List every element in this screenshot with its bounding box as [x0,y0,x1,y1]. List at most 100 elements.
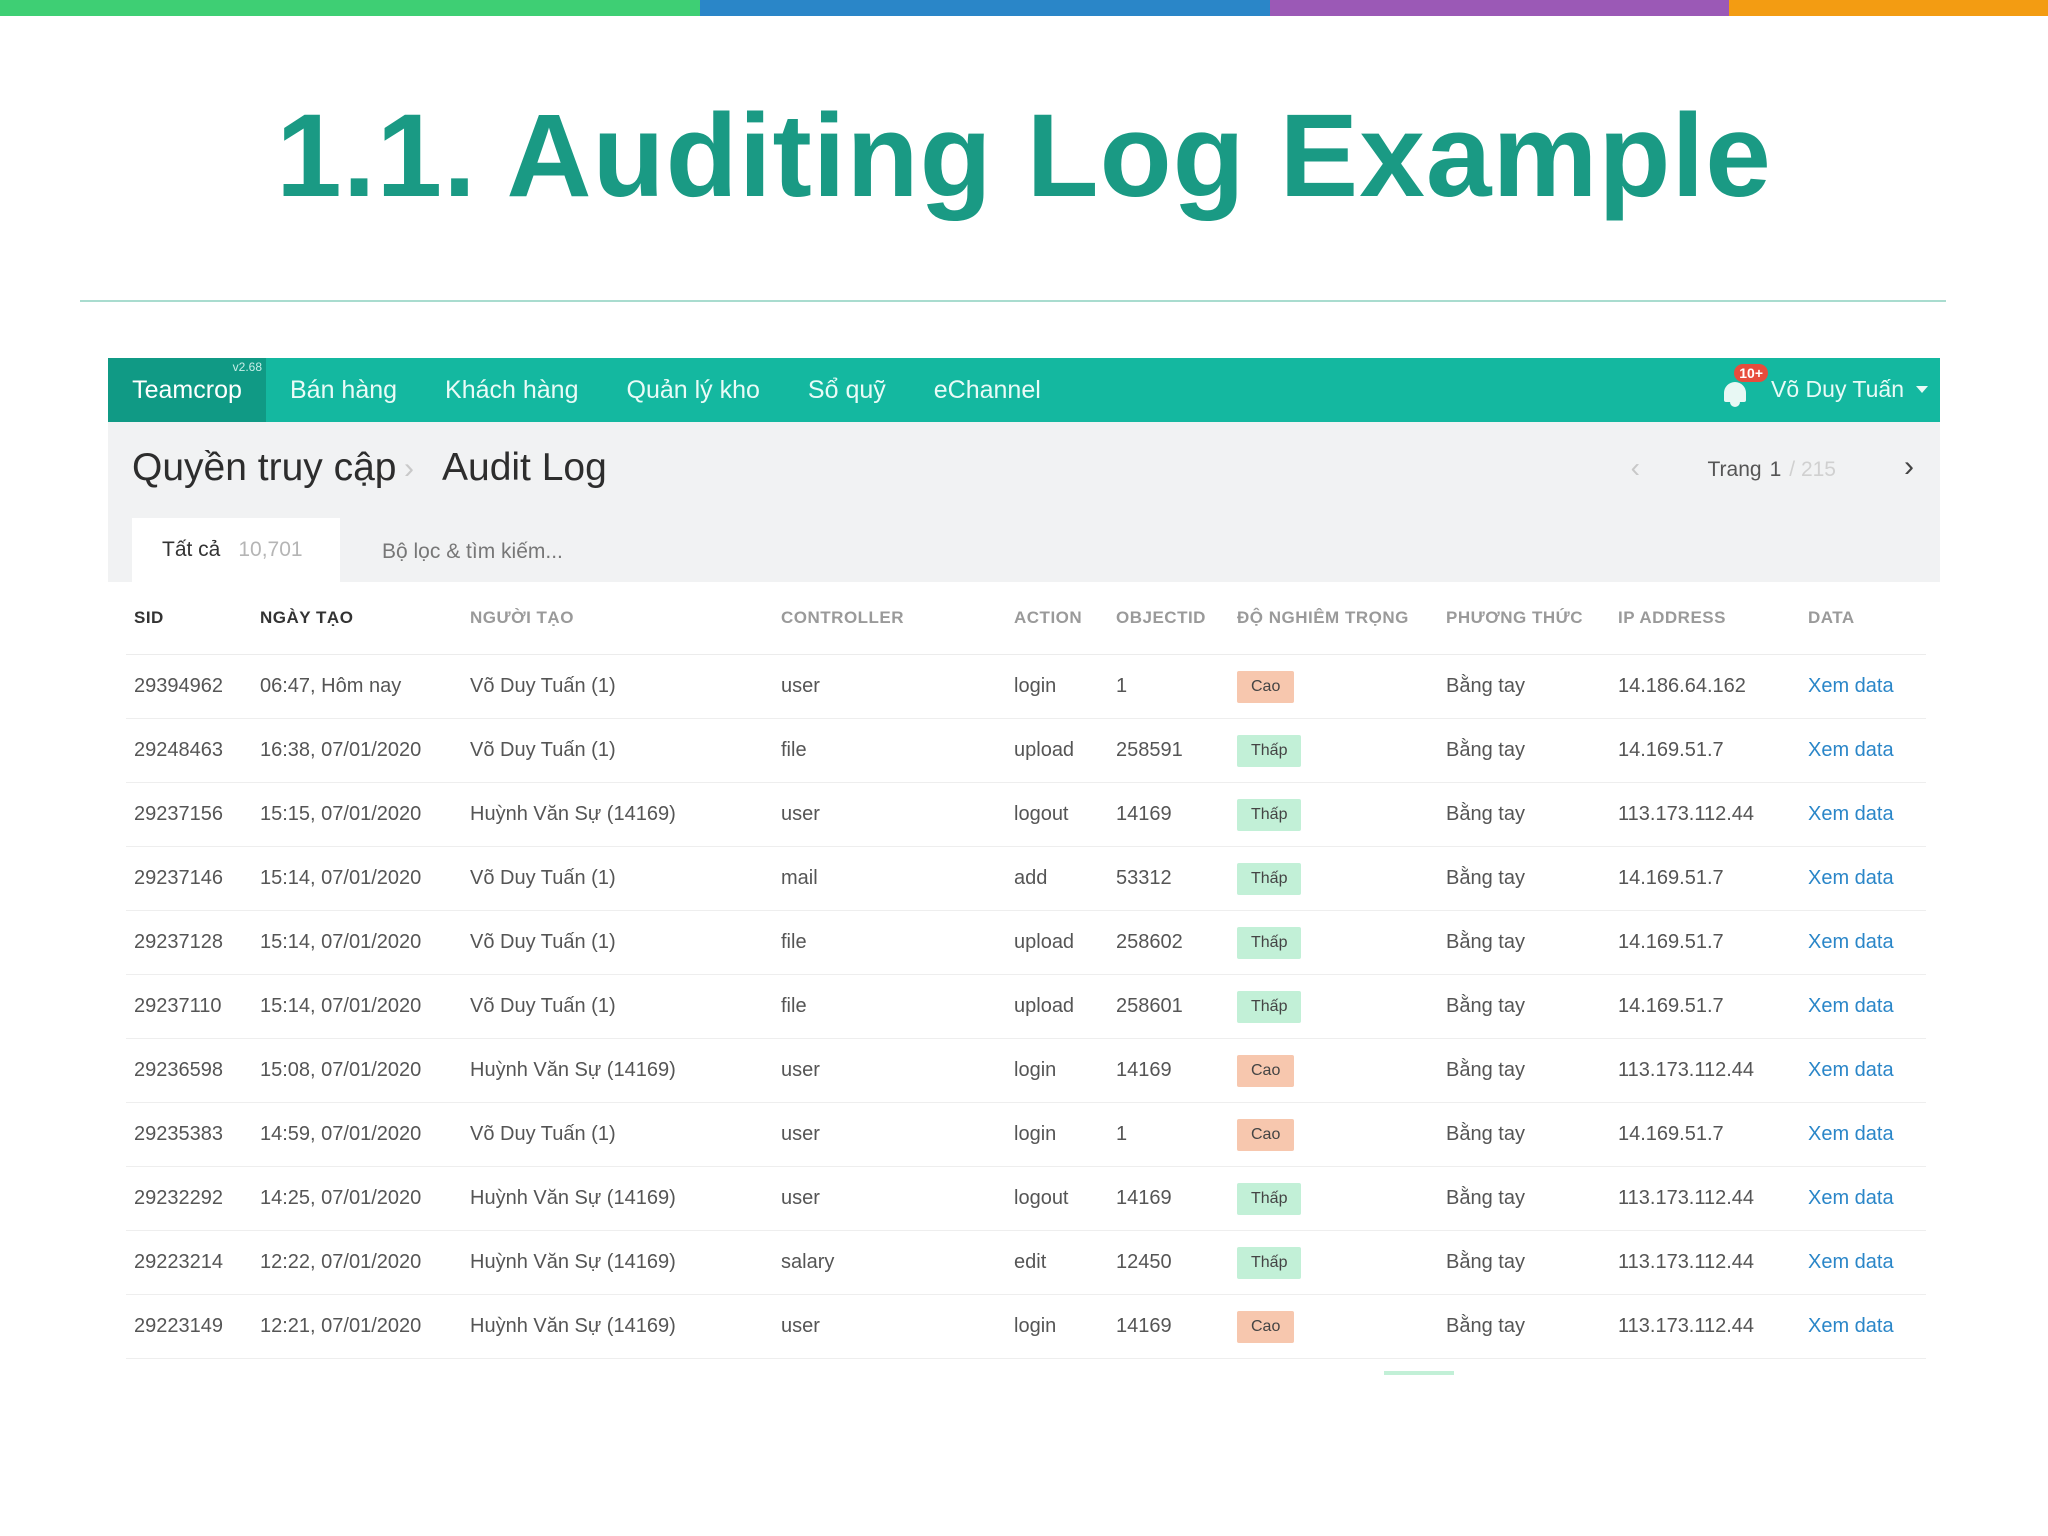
cell-method: Bằng tay [1438,1294,1610,1359]
severity-badge: Thấp [1237,1246,1302,1279]
severity-badge-cutoff [1384,1371,1454,1375]
cell-creator: Võ Duy Tuấn (1) [462,910,773,975]
cell-objectid: 14169 [1108,1038,1229,1103]
top-color-stripe [0,0,2048,16]
cell-creator: Huỳnh Văn Sự (14169) [462,1038,773,1103]
cell-sid: 29232292 [126,1166,252,1231]
cell-action: upload [1006,718,1108,783]
cell-date: 15:14, 07/01/2020 [252,846,462,911]
cell-action: login [1006,654,1108,719]
page-header: Quyền truy cập › Audit Log ‹ Trang 1 / 215… [108,422,1940,582]
cell-data[interactable]: Xem data [1800,718,1926,783]
cell-action: logout [1006,782,1108,847]
cell-severity: Thấp [1229,974,1438,1039]
table-row[interactable]: 29248463 16:38, 07/01/2020 Võ Duy Tuấn (1)… [126,718,1926,783]
next-page-button[interactable]: › [1904,450,1914,484]
cell-severity: Cao [1229,654,1438,719]
cell-creator: Huỳnh Văn Sự (14169) [462,782,773,847]
cell-action: add [1006,846,1108,911]
cell-data[interactable]: Xem data [1800,974,1926,1039]
table-row[interactable]: 29236598 15:08, 07/01/2020 Huỳnh Văn Sự (1… [126,1038,1926,1103]
cell-objectid: 12450 [1108,1230,1229,1295]
cell-sid: 29237146 [126,846,252,911]
cell-creator: Huỳnh Văn Sự (14169) [462,1294,773,1359]
nav-item-ban-hang[interactable]: Bán hàng [290,376,397,405]
cell-ip: 14.169.51.7 [1610,910,1800,975]
filter-search-link[interactable]: Bộ lọc & tìm kiếm... [382,540,563,564]
cell-date: 14:25, 07/01/2020 [252,1166,462,1231]
cell-ip: 113.173.112.44 [1610,1294,1800,1359]
table-row[interactable]: 29237128 15:14, 07/01/2020 Võ Duy Tuấn (1)… [126,910,1926,975]
table-header-row: SID NGÀY TẠO NGƯỜI TẠO CONTROLLER ACTION… [126,582,1926,655]
nav-item-so-quy[interactable]: Sổ quỹ [808,376,886,405]
col-header-ip: IP ADDRESS [1610,582,1800,655]
table-row[interactable]: 29232292 14:25, 07/01/2020 Huỳnh Văn Sự (1… [126,1166,1926,1231]
col-header-method: PHƯƠNG THỨC [1438,582,1610,655]
current-page[interactable]: 1 [1770,458,1782,481]
table-row[interactable]: 29235383 14:59, 07/01/2020 Võ Duy Tuấn (1)… [126,1102,1926,1167]
cell-date: 15:15, 07/01/2020 [252,782,462,847]
cell-severity: Thấp [1229,910,1438,975]
severity-badge: Thấp [1237,734,1302,767]
breadcrumb-parent[interactable]: Quyền truy cập [132,446,396,490]
table-row[interactable]: 29394962 06:47, Hôm nay Võ Duy Tuấn (1) use… [126,654,1926,719]
total-pages: / 215 [1789,458,1836,481]
stripe-green [0,0,700,16]
cell-objectid: 1 [1108,1102,1229,1167]
cell-data[interactable]: Xem data [1800,1294,1926,1359]
cell-date: 15:14, 07/01/2020 [252,974,462,1039]
cell-controller: file [773,910,1006,975]
user-menu[interactable]: Võ Duy Tuấn [1771,376,1904,403]
cell-method: Bằng tay [1438,1230,1610,1295]
table-row[interactable]: 29237110 15:14, 07/01/2020 Võ Duy Tuấn (1)… [126,974,1926,1039]
cell-severity: Thấp [1229,718,1438,783]
nav-item-khach-hang[interactable]: Khách hàng [445,376,578,405]
brand-name: Teamcrop [132,375,242,404]
cell-action: upload [1006,910,1108,975]
table-row[interactable]: 29223149 12:21, 07/01/2020 Huỳnh Văn Sự (1… [126,1294,1926,1359]
cell-data[interactable]: Xem data [1800,1166,1926,1231]
cell-objectid: 1 [1108,654,1229,719]
nav-item-echannel[interactable]: eChannel [934,376,1041,405]
table-row[interactable]: 29223214 12:22, 07/01/2020 Huỳnh Văn Sự (1… [126,1230,1926,1295]
cell-sid: 29223149 [126,1294,252,1359]
col-header-sid[interactable]: SID [126,582,252,655]
cell-sid: 29394962 [126,654,252,719]
cell-method: Bằng tay [1438,910,1610,975]
cell-sid: 29235383 [126,1102,252,1167]
cell-creator: Huỳnh Văn Sự (14169) [462,1166,773,1231]
cell-ip: 113.173.112.44 [1610,782,1800,847]
prev-page-button[interactable]: ‹ [1631,452,1640,484]
version-label: v2.68 [232,360,262,374]
table-body: 29394962 06:47, Hôm nay Võ Duy Tuấn (1) use… [126,654,1926,1359]
brand-logo[interactable]: Teamcrop v2.68 [108,358,266,422]
cell-data[interactable]: Xem data [1800,1038,1926,1103]
cell-severity: Thấp [1229,1230,1438,1295]
col-header-date[interactable]: NGÀY TẠO [252,582,462,655]
cell-objectid: 258602 [1108,910,1229,975]
tab-all-count: 10,701 [238,538,303,561]
cell-severity: Thấp [1229,782,1438,847]
chevron-down-icon[interactable] [1916,386,1928,393]
cell-data[interactable]: Xem data [1800,782,1926,847]
cell-action: logout [1006,1166,1108,1231]
severity-badge: Cao [1237,670,1295,703]
cell-data[interactable]: Xem data [1800,1230,1926,1295]
cell-data[interactable]: Xem data [1800,846,1926,911]
cell-data[interactable]: Xem data [1800,910,1926,975]
cell-controller: user [773,1102,1006,1167]
tab-all[interactable]: Tất cả 10,701 [132,518,340,582]
cell-method: Bằng tay [1438,846,1610,911]
table-row[interactable]: 29237146 15:14, 07/01/2020 Võ Duy Tuấn (1)… [126,846,1926,911]
cell-controller: user [773,1294,1006,1359]
table-row[interactable]: 29237156 15:15, 07/01/2020 Huỳnh Văn Sự (1… [126,782,1926,847]
cell-creator: Võ Duy Tuấn (1) [462,974,773,1039]
cell-controller: user [773,654,1006,719]
cell-date: 14:59, 07/01/2020 [252,1102,462,1167]
cell-controller: user [773,1038,1006,1103]
nav-item-quan-ly-kho[interactable]: Quản lý kho [627,376,760,405]
cell-data[interactable]: Xem data [1800,1102,1926,1167]
cell-data[interactable]: Xem data [1800,654,1926,719]
stripe-blue [700,0,1270,16]
cell-ip: 113.173.112.44 [1610,1166,1800,1231]
